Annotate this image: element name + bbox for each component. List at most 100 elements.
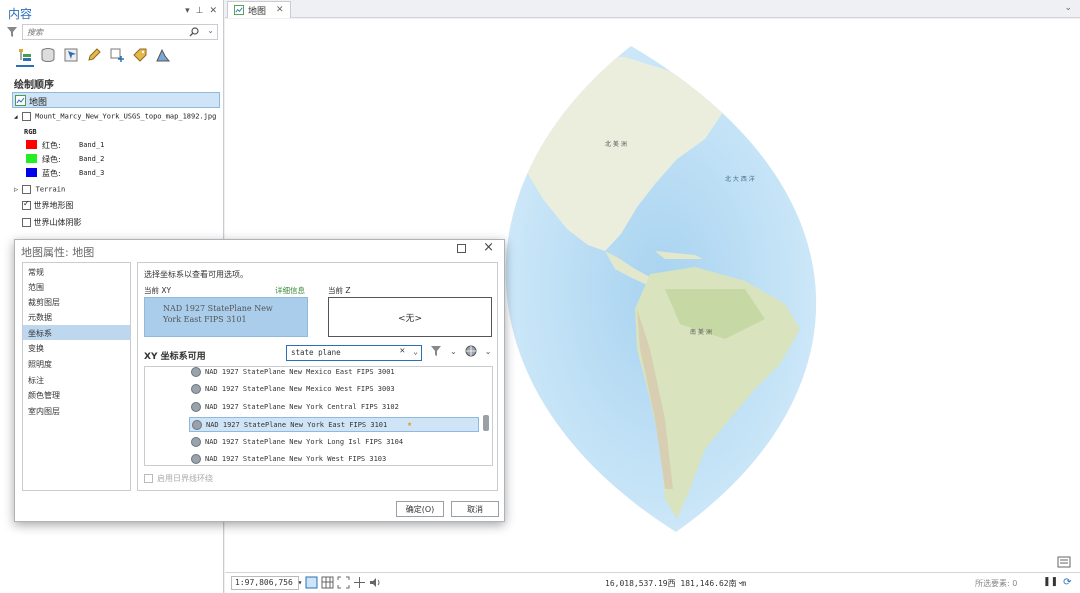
filter-icon[interactable] <box>6 26 18 38</box>
filter-icon[interactable] <box>430 345 442 357</box>
nav-item-metadata[interactable]: 元数据 <box>23 309 130 324</box>
details-link[interactable]: 详细信息 <box>275 285 305 296</box>
expand-arrow-icon[interactable]: ▷ <box>14 186 18 194</box>
ok-button[interactable]: 确定(O) <box>396 501 444 517</box>
rgb-label: RGB <box>24 128 37 136</box>
current-z-value[interactable]: <无> <box>328 297 492 337</box>
refresh-icon[interactable]: ⟳ <box>1063 577 1071 588</box>
drawing-order-title: 绘制顺序 <box>14 80 54 91</box>
globe-icon <box>192 420 202 430</box>
map-icon <box>234 5 244 15</box>
chevron-down-icon[interactable]: ⌄ <box>450 347 457 356</box>
contents-search-input[interactable] <box>23 25 183 39</box>
dateline-wrap-checkbox <box>144 474 153 483</box>
layer-world-hillshade[interactable]: 世界山体阴影 <box>22 217 82 228</box>
list-item-label: NAD 1927 StatePlane New York West FIPS 3… <box>205 455 387 463</box>
pane-controls: ▾ ⊥ ✕ <box>185 6 217 16</box>
green-label: 绿色: <box>42 155 61 164</box>
map-node[interactable]: 地图 <box>12 92 220 108</box>
list-item[interactable]: NAD 1927 StatePlane New York West FIPS 3… <box>189 452 479 465</box>
chevron-down-icon[interactable]: ⌄ <box>207 26 214 35</box>
data-source-button[interactable] <box>39 46 57 64</box>
cs-search-input[interactable]: state plane ✕ ⌄ <box>286 345 422 361</box>
chevron-down-icon[interactable]: ⌄ <box>413 347 418 356</box>
drawing-order-button[interactable] <box>16 46 34 64</box>
favorite-star-icon[interactable]: ★ <box>407 419 412 428</box>
nav-item-general[interactable]: 常规 <box>23 264 130 279</box>
chevron-down-icon[interactable]: ⌄ <box>485 347 492 356</box>
layer-world-hillshade-checkbox[interactable] <box>22 218 31 227</box>
label-tag-icon <box>133 48 147 62</box>
contents-search[interactable]: ⌄ <box>22 24 218 40</box>
nav-item-coordinate-systems[interactable]: 坐标系 <box>23 325 130 340</box>
close-icon[interactable]: × <box>483 240 494 255</box>
nav-item-labels[interactable]: 标注 <box>23 372 130 387</box>
globe-icon <box>191 437 201 447</box>
label-south-america: 南 美 洲 <box>690 328 712 336</box>
list-item-selected[interactable]: NAD 1927 StatePlane New York East FIPS 3… <box>189 417 479 432</box>
overview-icon[interactable] <box>1057 556 1071 568</box>
map-tab-bar: 地图 ✕ ⌄ <box>225 0 1080 18</box>
perspective-button[interactable] <box>154 46 172 64</box>
layer-world-topo[interactable]: 世界地形图 <box>22 199 74 211</box>
tab-map[interactable]: 地图 ✕ <box>227 1 291 18</box>
pane-menu-icon[interactable]: ▾ <box>185 6 190 16</box>
layer-world-topo-checkbox[interactable] <box>22 199 31 210</box>
layer-topo-checkbox[interactable] <box>21 112 31 121</box>
cancel-button[interactable]: 取消 <box>451 501 499 517</box>
list-scrollbar[interactable] <box>482 369 490 463</box>
properties-nav: 常规 范围 裁剪图层 元数据 坐标系 变换 照明度 标注 颜色管理 室内图层 <box>22 262 131 491</box>
nav-item-illumination[interactable]: 照明度 <box>23 356 130 371</box>
selected-features: 所选要素: 0 <box>975 579 1018 588</box>
layer-topo[interactable]: ◢ Mount_Marcy_New_York_USGS_topo_map_189… <box>14 112 216 121</box>
selection-button[interactable] <box>62 46 80 64</box>
scrollbar-thumb[interactable] <box>483 415 489 431</box>
clear-icon[interactable]: ✕ <box>400 346 405 356</box>
active-tool-underline <box>16 65 34 67</box>
map-icon <box>15 95 26 106</box>
current-xy-value[interactable]: NAD 1927 StatePlane New York East FIPS 3… <box>144 297 308 337</box>
map-node-label: 地图 <box>29 98 48 108</box>
globe-add-icon[interactable] <box>465 345 477 357</box>
nav-item-indoor-layers[interactable]: 室内图层 <box>23 403 130 418</box>
speaker-icon[interactable] <box>369 576 382 589</box>
chevron-down-icon[interactable]: ⌄ <box>1064 3 1072 13</box>
drawing-order-icon <box>19 49 31 61</box>
pin-icon[interactable]: ⊥ <box>196 6 204 16</box>
grid-icon[interactable] <box>321 576 334 589</box>
layer-terrain[interactable]: ▷ Terrain <box>14 185 65 194</box>
search-icon[interactable] <box>189 27 199 37</box>
expand-arrow-icon[interactable]: ◢ <box>14 114 18 121</box>
green-band: Band_2 <box>79 155 105 163</box>
layer-topo-label: Mount_Marcy_New_York_USGS_topo_map_1892.… <box>35 112 217 121</box>
scale-selector[interactable]: 1:97,806,756 ▾ <box>231 576 302 590</box>
map-view-tools <box>305 576 382 589</box>
labeling-button[interactable] <box>131 46 149 64</box>
coordinate-readout: 16,018,537.19西 181,146.62南 m <box>605 579 747 588</box>
list-item[interactable]: NAD 1927 StatePlane New York Central FIP… <box>189 400 479 415</box>
list-item[interactable]: NAD 1927 StatePlane New Mexico East FIPS… <box>189 367 479 380</box>
map-properties-dialog: 地图属性: 地图 × 常规 范围 裁剪图层 元数据 坐标系 变换 照明度 标注 … <box>14 239 505 522</box>
nav-item-color-management[interactable]: 颜色管理 <box>23 387 130 402</box>
list-item-label: NAD 1927 StatePlane New York East FIPS 3… <box>206 421 388 429</box>
dateline-wrap-label: 启用日界线环绕 <box>157 474 213 483</box>
maximize-icon[interactable] <box>457 244 466 253</box>
close-icon[interactable]: ✕ <box>209 6 217 16</box>
snap-cross-icon[interactable] <box>353 576 366 589</box>
list-item[interactable]: NAD 1927 StatePlane New Mexico West FIPS… <box>189 382 479 397</box>
fixed-scale-icon[interactable] <box>305 576 318 589</box>
snapping-button[interactable] <box>108 46 126 64</box>
chevron-down-icon[interactable]: ⌄ <box>737 577 744 586</box>
pause-icon[interactable]: ❚❚ <box>1043 577 1058 588</box>
nav-item-clip-layers[interactable]: 裁剪图层 <box>23 294 130 309</box>
current-xy-label: 当前 XY <box>144 286 172 295</box>
extent-icon[interactable] <box>337 576 350 589</box>
layer-terrain-checkbox[interactable] <box>22 185 32 194</box>
list-item[interactable]: NAD 1927 StatePlane New York Long Isl FI… <box>189 435 479 450</box>
nav-item-transformation[interactable]: 变换 <box>23 340 130 355</box>
editing-button[interactable] <box>85 46 103 64</box>
close-icon[interactable]: ✕ <box>276 5 284 15</box>
red-band: Band_1 <box>79 141 105 149</box>
label-north-atlantic: 北 大 西 洋 <box>725 175 755 183</box>
nav-item-extent[interactable]: 范围 <box>23 279 130 294</box>
